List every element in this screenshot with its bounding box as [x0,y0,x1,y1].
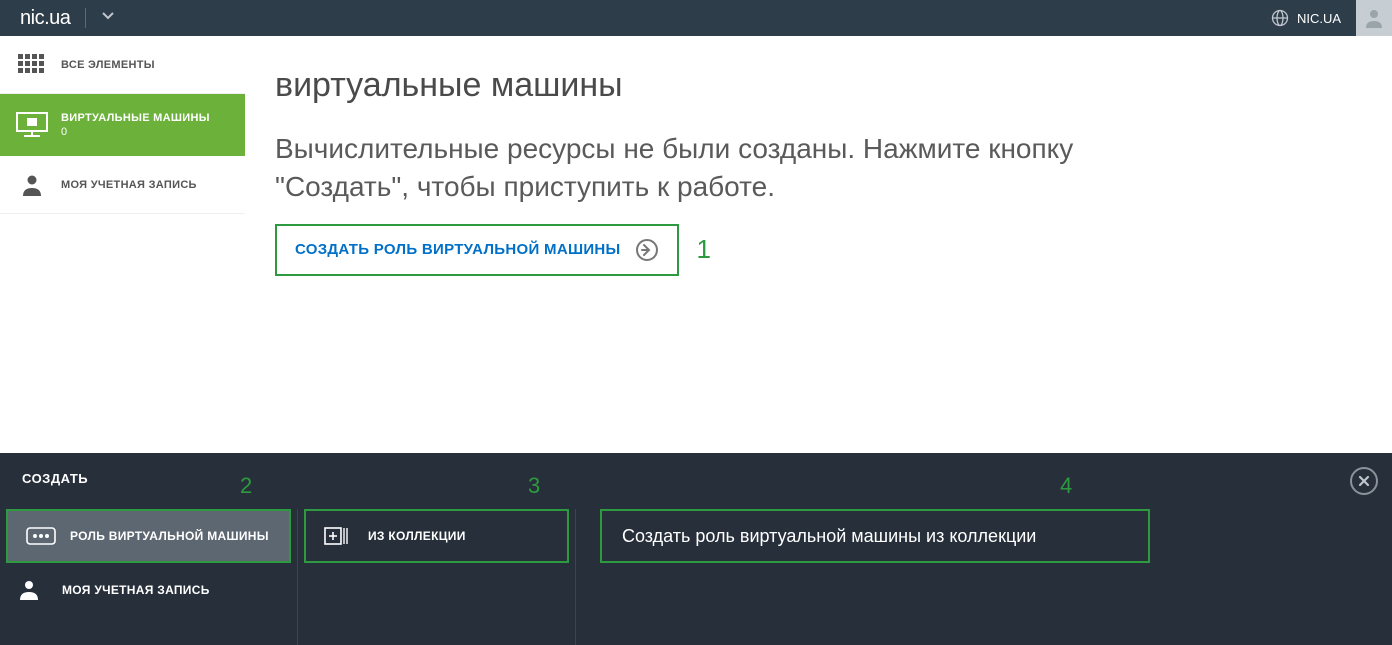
drawer-column-2: ИЗ КОЛЛЕКЦИИ [298,509,576,645]
sidebar-item-count: 0 [61,125,210,139]
main-content: виртуальные машины Вычислительные ресурс… [245,36,1392,306]
annotation-3: 3 [528,473,540,499]
sidebar-item-all[interactable]: ВСЕ ЭЛЕМЕНТЫ [0,36,245,94]
avatar[interactable] [1356,0,1392,36]
arrow-right-circle-icon [635,238,659,262]
add-collection-icon [324,525,354,547]
header: nic.ua NIC.UA [0,0,1392,36]
drawer-title: СОЗДАТЬ [0,453,1392,494]
create-button-label: СОЗДАТЬ РОЛЬ ВИРТУАЛЬНОЙ МАШИНЫ [295,241,621,258]
create-vm-role-button[interactable]: СОЗДАТЬ РОЛЬ ВИРТУАЛЬНОЙ МАШИНЫ [275,224,679,276]
person-icon [15,168,49,202]
close-icon [1358,475,1370,487]
drawer-item-vm-role[interactable]: РОЛЬ ВИРТУАЛЬНОЙ МАШИНЫ [6,509,291,563]
chevron-down-icon [101,9,115,23]
logo[interactable]: nic.ua [0,7,85,30]
sidebar: ВСЕ ЭЛЕМЕНТЫ ВИРТУАЛЬНЫЕ МАШИНЫ 0 МОЯ УЧ… [0,36,245,214]
org-switcher[interactable]: NIC.UA [1256,9,1356,27]
close-button[interactable] [1350,467,1378,495]
drawer-action-label: Создать роль виртуальной машины из колле… [622,526,1036,547]
drawer-item-label: МОЯ УЧЕТНАЯ ЗАПИСЬ [62,583,210,597]
drawer-column-3: Создать роль виртуальной машины из колле… [576,509,1392,645]
drawer-item-label: ИЗ КОЛЛЕКЦИИ [368,529,466,543]
drawer-column-1: РОЛЬ ВИРТУАЛЬНОЙ МАШИНЫ МОЯ УЧЕТНАЯ ЗАПИ… [0,509,298,645]
page-title: виртуальные машины [275,66,1362,105]
annotation-1: 1 [697,234,711,265]
page-description: Вычислительные ресурсы не были созданы. … [275,130,1175,206]
annotation-2: 2 [240,473,252,499]
sidebar-item-label: ВИРТУАЛЬНЫЕ МАШИНЫ [61,111,210,125]
drawer-action-create-from-collection[interactable]: Создать роль виртуальной машины из колле… [600,509,1150,563]
org-label: NIC.UA [1297,11,1341,26]
create-drawer: СОЗДАТЬ 2 3 4 РОЛЬ ВИРТУАЛЬНОЙ МАШИНЫ МО… [0,453,1392,645]
globe-icon [1271,9,1289,27]
sidebar-item-vms[interactable]: ВИРТУАЛЬНЫЕ МАШИНЫ 0 [0,94,245,156]
person-icon [1363,7,1385,29]
person-icon [18,579,48,601]
drawer-item-from-collection[interactable]: ИЗ КОЛЛЕКЦИИ [304,509,569,563]
drawer-item-label: РОЛЬ ВИРТУАЛЬНОЙ МАШИНЫ [70,529,269,543]
sidebar-item-account[interactable]: МОЯ УЧЕТНАЯ ЗАПИСЬ [0,156,245,214]
monitor-icon [15,108,49,142]
drawer-item-account[interactable]: МОЯ УЧЕТНАЯ ЗАПИСЬ [0,563,297,617]
grid-icon [15,48,49,82]
dropdown-chevron[interactable] [86,9,130,28]
sidebar-item-label: ВСЕ ЭЛЕМЕНТЫ [61,59,155,71]
vm-role-icon [26,525,56,547]
sidebar-item-label: МОЯ УЧЕТНАЯ ЗАПИСЬ [61,179,197,191]
annotation-4: 4 [1060,473,1072,499]
